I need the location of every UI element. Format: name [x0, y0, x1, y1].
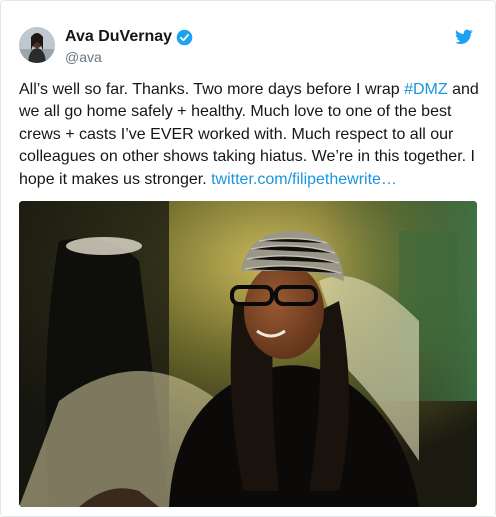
tweet-text: All’s well so far. Thanks. Two more days…	[19, 79, 481, 191]
avatar[interactable]	[19, 27, 55, 63]
tweet-card: Ava DuVernay @ava All’s well so far. Tha…	[0, 0, 496, 517]
tweet-url-link[interactable]: twitter.com/filipethewrite…	[211, 171, 397, 188]
tweet-photo[interactable]	[19, 201, 477, 507]
author-name-row[interactable]: Ava DuVernay	[65, 28, 193, 46]
hashtag-link[interactable]: #DMZ	[404, 81, 448, 98]
twitter-bird-icon[interactable]	[455, 29, 473, 45]
author-name[interactable]: Ava DuVernay	[65, 28, 172, 46]
verified-badge-icon	[176, 29, 193, 45]
author-handle[interactable]: @ava	[65, 49, 102, 65]
tweet-text-part1: All’s well so far. Thanks. Two more days…	[19, 81, 405, 98]
